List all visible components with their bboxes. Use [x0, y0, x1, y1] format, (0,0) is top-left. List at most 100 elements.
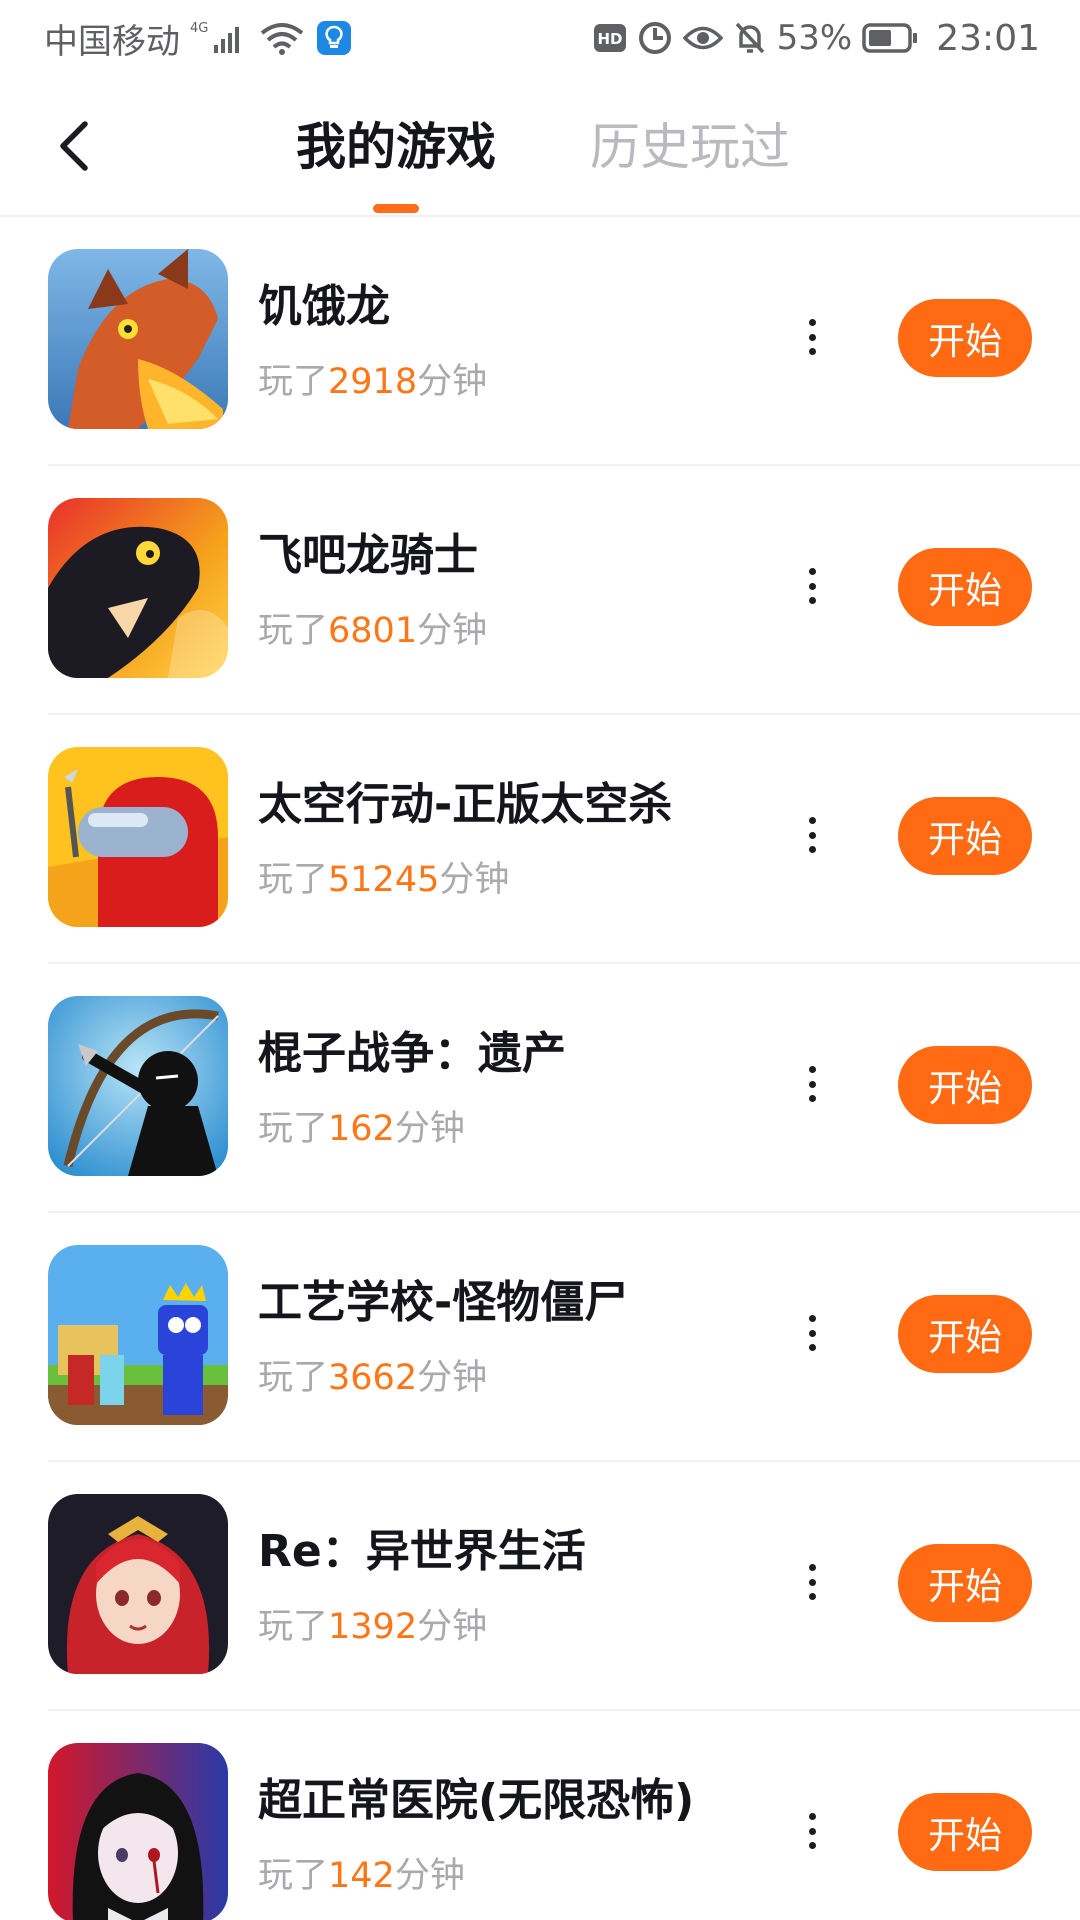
carrier-name: 中国移动: [44, 21, 180, 62]
play-time: 玩了6801分钟: [258, 608, 487, 654]
more-dot: [808, 582, 816, 590]
list-item[interactable]: 超正常医院(无限恐怖) 玩了142分钟 开始: [0, 1711, 1080, 1920]
more-dot: [808, 1315, 816, 1322]
game-icon: [48, 498, 228, 678]
more-dot: [808, 1593, 816, 1600]
game-icon: [48, 996, 228, 1176]
list-item[interactable]: 飞吧龙骑士 玩了6801分钟 开始: [0, 466, 1080, 715]
list-item[interactable]: 太空行动-正版太空杀 玩了51245分钟 开始: [0, 715, 1080, 964]
battery-icon: [862, 23, 918, 53]
game-list: 饥饿龙 玩了2918分钟 开始 飞吧龙骑士 玩了6801分钟 开始 太空行动-正…: [0, 217, 1080, 1920]
play-time-prefix: 玩了: [258, 362, 329, 402]
play-time-prefix: 玩了: [258, 1109, 329, 1149]
more-dot: [808, 1095, 816, 1102]
more-dot: [808, 831, 816, 839]
more-dot: [808, 1564, 816, 1571]
more-dot: [808, 568, 816, 575]
game-title: 飞吧龙骑士: [258, 530, 478, 581]
list-item[interactable]: 饥饿龙 玩了2918分钟 开始: [0, 217, 1080, 466]
game-title: 饥饿龙: [258, 281, 390, 332]
play-minutes: 2918: [328, 362, 418, 402]
play-time: 玩了3662分钟: [258, 1355, 487, 1401]
more-dot: [808, 846, 816, 853]
list-item[interactable]: 工艺学校-怪物僵尸 玩了3662分钟 开始: [0, 1213, 1080, 1462]
hd-icon: HD: [593, 23, 627, 53]
more-dot: [808, 1578, 816, 1586]
more-dot: [808, 348, 816, 355]
tab-my-games[interactable]: 我的游戏: [290, 112, 502, 182]
tab-indicator: [373, 204, 419, 213]
more-options-button[interactable]: [792, 807, 832, 863]
play-time: 玩了51245分钟: [258, 857, 509, 903]
play-time: 玩了1392分钟: [258, 1604, 487, 1650]
eye-icon: [682, 23, 723, 53]
play-minutes: 1392: [328, 1607, 418, 1647]
play-time-prefix: 玩了: [258, 860, 329, 900]
play-time: 玩了2918分钟: [258, 359, 487, 405]
more-dot: [808, 1827, 816, 1835]
play-time: 玩了162分钟: [258, 1106, 465, 1152]
start-button[interactable]: 开始: [898, 1295, 1032, 1373]
more-options-button[interactable]: [792, 1554, 832, 1610]
start-button[interactable]: 开始: [898, 1544, 1032, 1622]
network-type: 4G: [190, 21, 208, 36]
battery-percent: 53%: [776, 18, 853, 58]
more-dot: [808, 319, 816, 326]
clock: 23:01: [936, 17, 1040, 59]
bell-off-icon: [733, 20, 767, 56]
game-title: 工艺学校-怪物僵尸: [258, 1277, 629, 1328]
play-time-prefix: 玩了: [258, 611, 329, 651]
start-button[interactable]: 开始: [898, 548, 1032, 626]
more-dot: [808, 1842, 816, 1849]
more-options-button[interactable]: [792, 1803, 832, 1859]
play-minutes: 162: [328, 1109, 395, 1149]
tab-history-played[interactable]: 历史玩过: [590, 112, 790, 182]
game-icon: [48, 249, 228, 429]
play-minutes: 6801: [328, 611, 418, 651]
more-options-button[interactable]: [792, 1056, 832, 1112]
more-dot: [808, 597, 816, 604]
data-saver-icon: [637, 20, 673, 56]
chevron-left-icon: [60, 121, 88, 171]
game-title: 超正常医院(无限恐怖): [258, 1775, 695, 1826]
screen: 中国移动 4G HD 53% 23:01 我的游戏 历史玩过 饥饿龙 玩了291…: [0, 0, 1080, 1920]
play-time-suffix: 分钟: [417, 362, 488, 402]
more-dot: [808, 1813, 816, 1820]
more-dot: [808, 1344, 816, 1351]
list-item[interactable]: Re：异世界生活 玩了1392分钟 开始: [0, 1462, 1080, 1711]
play-time-prefix: 玩了: [258, 1856, 329, 1896]
more-options-button[interactable]: [792, 1305, 832, 1361]
play-minutes: 51245: [328, 860, 440, 900]
more-options-button[interactable]: [792, 558, 832, 614]
status-left: 中国移动 4G: [44, 14, 352, 63]
hd-badge: HD: [597, 30, 622, 48]
game-title: 太空行动-正版太空杀: [258, 779, 673, 830]
game-title: Re：异世界生活: [258, 1526, 586, 1577]
play-time-prefix: 玩了: [258, 1358, 329, 1398]
list-item[interactable]: 棍子战争：遗产 玩了162分钟 开始: [0, 964, 1080, 1213]
wifi-icon: [258, 19, 306, 57]
play-time-suffix: 分钟: [417, 1358, 488, 1398]
play-time: 玩了142分钟: [258, 1853, 465, 1899]
start-button[interactable]: 开始: [898, 299, 1032, 377]
status-right: HD 53% 23:01: [593, 18, 1040, 59]
lightbulb-icon: [316, 20, 352, 56]
more-options-button[interactable]: [792, 309, 832, 365]
game-icon: [48, 1743, 228, 1920]
more-dot: [808, 333, 816, 341]
back-button[interactable]: [40, 106, 110, 186]
start-button[interactable]: 开始: [898, 1793, 1032, 1871]
header: 我的游戏 历史玩过: [0, 76, 1080, 216]
game-icon: [48, 1494, 228, 1674]
play-time-suffix: 分钟: [417, 1607, 488, 1647]
play-time-suffix: 分钟: [417, 611, 488, 651]
play-minutes: 3662: [328, 1358, 418, 1398]
game-title: 棍子战争：遗产: [258, 1028, 566, 1079]
start-button[interactable]: 开始: [898, 797, 1032, 875]
game-icon: [48, 1245, 228, 1425]
play-minutes: 142: [328, 1856, 395, 1896]
play-time-suffix: 分钟: [394, 1109, 465, 1149]
more-dot: [808, 1329, 816, 1337]
start-button[interactable]: 开始: [898, 1046, 1032, 1124]
game-icon: [48, 747, 228, 927]
